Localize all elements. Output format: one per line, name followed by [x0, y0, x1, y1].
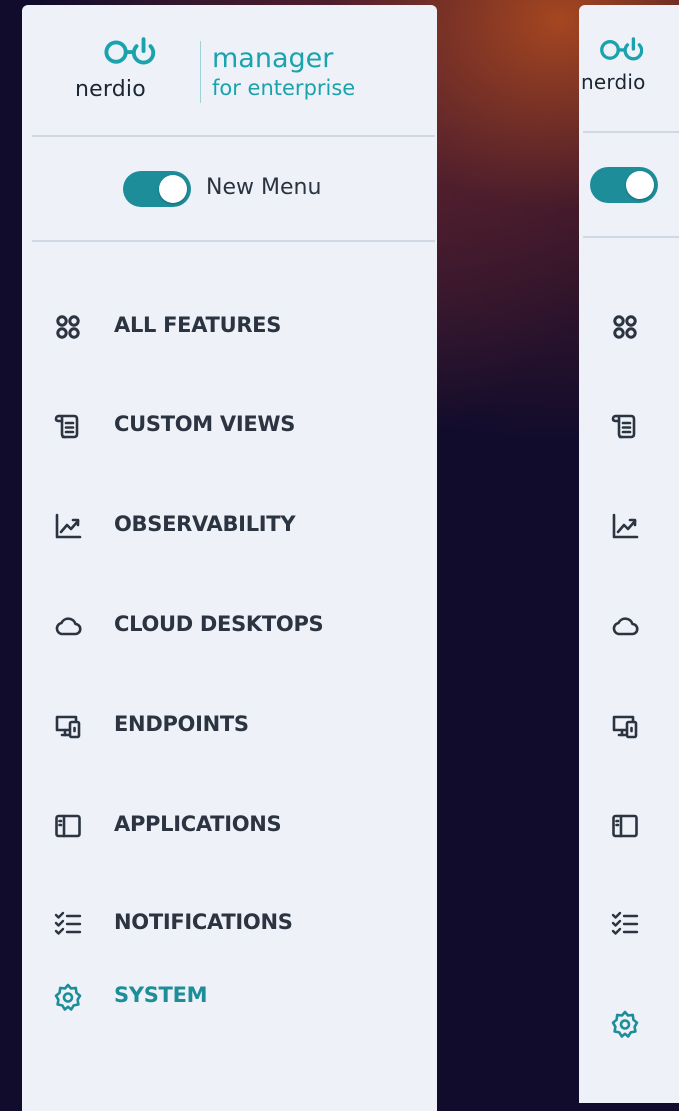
nav-item-label: APPLICATIONS: [114, 812, 282, 836]
brand-name: nerdio: [75, 77, 146, 102]
trend-chart-icon: [611, 512, 639, 540]
nav-item-label: CLOUD DESKTOPS: [114, 612, 324, 636]
toggle-knob: [626, 171, 654, 199]
nav-item-applications[interactable]: [579, 796, 679, 856]
gear-icon: [611, 1010, 639, 1038]
logo-separator: [200, 41, 201, 103]
nav-item-label: ENDPOINTS: [114, 712, 249, 736]
nav-item-applications[interactable]: APPLICATIONS: [22, 796, 437, 856]
nav-item-notifications[interactable]: [579, 894, 679, 954]
brand-logo[interactable]: nerdio manager for enterprise: [22, 5, 437, 137]
product-name-line1: manager: [212, 43, 334, 74]
gear-icon: [54, 983, 82, 1011]
nav-item-observability[interactable]: [579, 496, 679, 556]
scroll-list-icon: [611, 412, 639, 440]
cloud-icon: [54, 612, 82, 640]
nav-item-label: CUSTOM VIEWS: [114, 412, 296, 436]
trend-chart-icon: [54, 512, 82, 540]
nav-item-label: NOTIFICATIONS: [114, 910, 293, 934]
nav-item-observability[interactable]: OBSERVABILITY: [22, 496, 437, 556]
toggle-knob: [159, 175, 187, 203]
checklist-icon: [611, 910, 639, 938]
brand-name: nerdio: [581, 70, 646, 94]
divider: [583, 236, 679, 238]
nav-item-cloud-desktops[interactable]: [579, 596, 679, 656]
nav-item-system[interactable]: SYSTEM: [22, 967, 437, 1027]
scroll-list-icon: [54, 412, 82, 440]
nav-item-endpoints[interactable]: ENDPOINTS: [22, 696, 437, 756]
new-menu-label: New Menu: [206, 175, 322, 200]
nav-item-custom-views[interactable]: CUSTOM VIEWS: [22, 396, 437, 456]
nav-panel-expanded: nerdio manager for enterprise New Menu A…: [22, 5, 437, 1111]
devices-icon: [54, 712, 82, 740]
nerdio-logo-icon: [599, 37, 643, 61]
new-menu-toggle[interactable]: [590, 167, 658, 203]
product-name-line2: for enterprise: [212, 76, 356, 100]
all-features-icon: [611, 313, 639, 341]
checklist-icon: [54, 910, 82, 938]
nav-item-system[interactable]: [579, 994, 679, 1054]
nerdio-logo-icon: [102, 37, 156, 65]
divider: [32, 135, 435, 137]
all-features-icon: [54, 313, 82, 341]
divider: [583, 131, 679, 133]
nav-item-notifications[interactable]: NOTIFICATIONS: [22, 894, 437, 954]
nav-item-custom-views[interactable]: [579, 396, 679, 456]
divider: [32, 240, 435, 242]
cloud-icon: [611, 612, 639, 640]
nav-item-cloud-desktops[interactable]: CLOUD DESKTOPS: [22, 596, 437, 656]
devices-icon: [611, 712, 639, 740]
sidebar-panel-icon: [611, 812, 639, 840]
nav-item-label: ALL FEATURES: [114, 313, 282, 337]
sidebar-panel-icon: [54, 812, 82, 840]
nav-item-label: OBSERVABILITY: [114, 512, 296, 536]
nav-item-label: SYSTEM: [114, 983, 208, 1007]
nav-item-endpoints[interactable]: [579, 696, 679, 756]
nav-item-all-features[interactable]: ALL FEATURES: [22, 297, 437, 357]
brand-logo-collapsed[interactable]: nerdio: [579, 5, 679, 137]
nav-panel-collapsed: nerdio: [579, 5, 679, 1103]
new-menu-toggle[interactable]: [123, 171, 191, 207]
nav-item-all-features[interactable]: [579, 297, 679, 357]
